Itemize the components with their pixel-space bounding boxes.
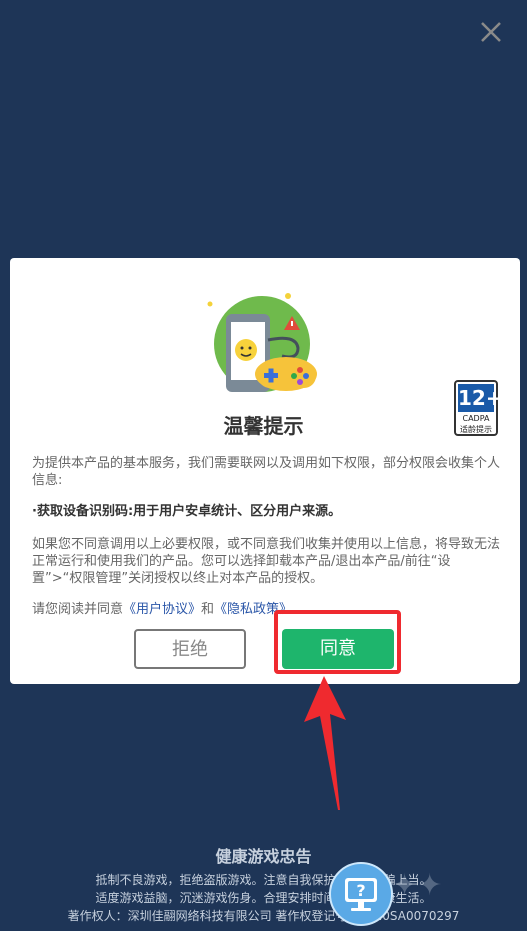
health-advice: 健康游戏忠告 抵制不良游戏，拒绝盗版游戏。注意自我保护，谨防受骗上当。 适度游戏… [0,843,527,925]
disagree-text: 如果您不同意调用以上必要权限，或不同意我们收集并使用以上信息，将导致无法正常运行… [32,537,501,586]
user-agreement-link[interactable]: 《用户协议》 [123,602,201,617]
agreement-prefix: 请您阅读并同意 [32,602,124,617]
permission-item: ·获取设备识别码:用于用户安卓统计、区分用户来源。 [32,504,342,519]
annotation-arrow [304,676,346,810]
dialog-title: 温馨提示 [223,414,304,438]
highlight-box [274,610,401,674]
help-icon: ? [345,878,377,911]
health-advice-heading: 健康游戏忠告 [215,847,312,866]
close-icon[interactable] [479,20,503,44]
agreement-line: 请您阅读并同意《用户协议》和《隐私政策》 [32,598,292,617]
health-advice-line: 抵制不良游戏，拒绝盗版游戏。注意自我保护，谨防受骗上当。 [95,873,432,887]
svg-text:?: ? [356,881,365,900]
health-advice-line: 适度游戏益脑，沉迷游戏伤身。合理安排时间，享受健康生活。 [95,891,432,905]
age-rating-number: 12+ [458,384,503,412]
game-illustration-icon [207,293,317,392]
watermark: ✦✦ [392,868,443,903]
agreement-and: 和 [201,602,215,617]
reject-button[interactable]: 拒绝 [134,629,246,669]
help-button[interactable]: ? [329,862,393,926]
copyright-line: 著作权人：深圳佳翮网络科技有限公司 著作权登记号：2020SA0070297 [67,909,460,923]
intro-text: 为提供本产品的基本服务，我们需要联网以及调用如下权限，部分权限会收集个人信息: [32,456,501,488]
